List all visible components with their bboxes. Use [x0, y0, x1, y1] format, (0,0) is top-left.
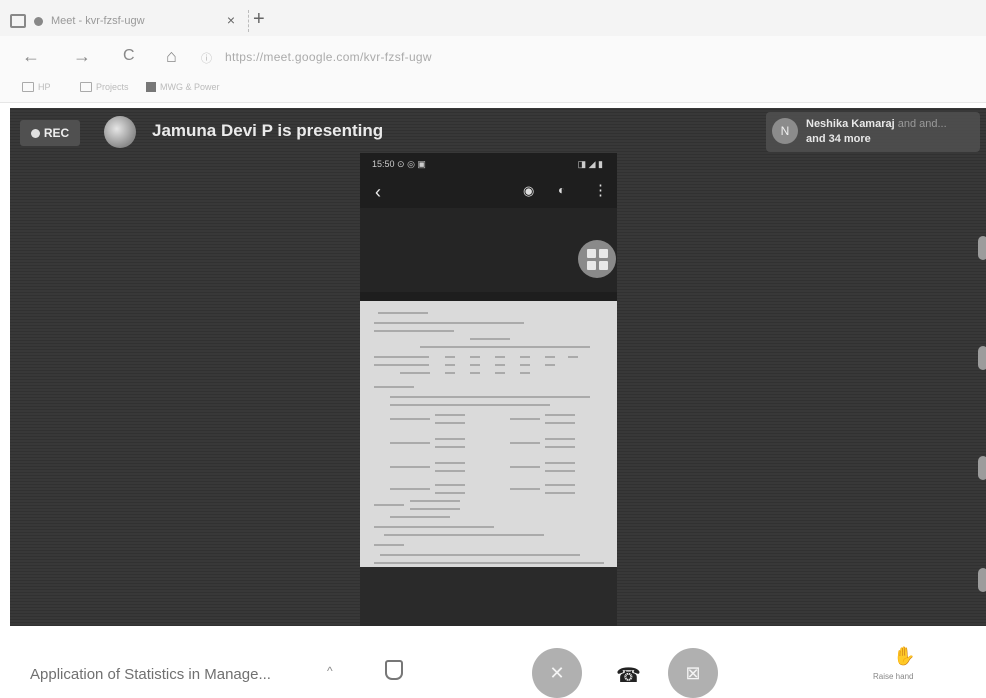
side-panel-handle[interactable]: [978, 568, 986, 592]
rec-label: REC: [43, 126, 70, 140]
participant-name-main: Neshika Kamaraj: [806, 118, 895, 130]
forward-icon[interactable]: →: [73, 46, 91, 66]
bookmarks-bar: HP Projects MWG & Power: [0, 76, 986, 103]
handwritten-page-image: [360, 301, 617, 567]
phone-back-icon: ‹: [375, 182, 381, 202]
home-icon[interactable]: ⌂: [166, 46, 177, 66]
bookmark-hp[interactable]: HP: [22, 82, 51, 92]
presenting-label: Jamuna Devi P is presenting: [152, 121, 384, 140]
browser-tab[interactable]: Meet - kvr-fzsf-ugw ×: [10, 8, 249, 34]
participant-name-rest: and and...: [894, 118, 947, 130]
shared-phone-screen: 15:50 ⊙ ◎ ▣ ◨ ◢ ▮ ‹ ◉ ◐ ⋮: [360, 153, 617, 626]
raise-hand-icon[interactable]: ✋: [893, 646, 915, 667]
bookmark-label: MWG & Power: [160, 82, 220, 92]
hang-up-button[interactable]: ☎: [616, 666, 641, 686]
phone-status-icons: ◨ ◢ ▮: [577, 159, 603, 169]
mic-off-icon: ✕: [549, 662, 565, 683]
presenter-avatar: [104, 116, 136, 148]
phone-grid-icon: [578, 240, 616, 278]
bookmark-label: HP: [38, 82, 51, 92]
participant-avatar: N: [772, 118, 798, 144]
recording-tab-icon: [34, 16, 43, 26]
recording-badge: REC: [20, 120, 80, 146]
side-panel-handle[interactable]: [978, 346, 986, 370]
tab-title: Meet - kvr-fzsf-ugw: [51, 15, 145, 27]
phone-adjust-icon: ◐: [558, 183, 566, 197]
folder-icon: [80, 82, 92, 92]
camera-off-icon: ⊠: [685, 662, 701, 683]
participant-more: and 34 more: [806, 133, 871, 145]
reload-icon[interactable]: C: [123, 46, 135, 66]
bookmark-mwg[interactable]: MWG & Power: [146, 82, 220, 92]
shield-icon[interactable]: [385, 660, 403, 680]
participants-chip[interactable]: N Neshika Kamaraj and and... and 34 more: [766, 112, 980, 152]
side-panel-handle[interactable]: [978, 236, 986, 260]
camera-toggle-button[interactable]: ⊠: [668, 648, 718, 698]
phone-bottom-area: [360, 567, 617, 626]
tab-separator: [248, 10, 249, 32]
meeting-title[interactable]: Application of Statistics in Manage...: [30, 666, 271, 683]
side-panel-handle[interactable]: [978, 456, 986, 480]
address-bar[interactable]: https://meet.google.com/kvr-fzsf-ugw: [225, 50, 432, 64]
browser-tab-bar: Meet - kvr-fzsf-ugw × +: [0, 0, 986, 36]
participant-name: Neshika Kamaraj and and...: [806, 118, 947, 130]
chevron-up-icon[interactable]: ^: [327, 664, 333, 678]
phone-more-icon: ⋮: [593, 182, 608, 199]
bookmark-icon: [146, 82, 156, 92]
phone-status-time: 15:50 ⊙ ◎ ▣: [372, 159, 426, 169]
browser-nav-bar: ← → C ⌂: [0, 36, 986, 76]
back-icon[interactable]: ←: [22, 46, 40, 66]
record-dot-icon: [30, 128, 40, 138]
site-info-icon[interactable]: ⓘ: [201, 50, 212, 66]
meet-tab-icon: [10, 14, 26, 28]
folder-icon: [22, 82, 34, 92]
bookmark-label: Projects: [96, 82, 129, 92]
tab-close-icon[interactable]: ×: [227, 12, 235, 28]
raise-hand-label[interactable]: Raise hand: [873, 672, 913, 681]
handwritten-notes-picture: [360, 301, 617, 567]
phone-toolbar-band: [360, 208, 617, 292]
mic-toggle-button[interactable]: ✕: [532, 648, 582, 698]
new-tab-button[interactable]: +: [253, 8, 265, 30]
phone-eye-icon: ◉: [523, 183, 535, 198]
bookmark-projects[interactable]: Projects: [80, 82, 129, 92]
